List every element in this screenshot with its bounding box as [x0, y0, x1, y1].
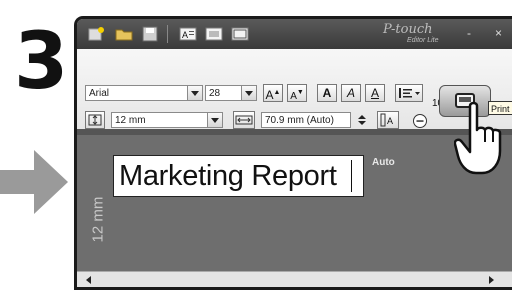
vertical-text-button[interactable]: A: [377, 111, 399, 129]
font-select[interactable]: Arial: [85, 85, 203, 101]
insert-text-icon[interactable]: A: [179, 26, 197, 42]
new-label-icon[interactable]: [87, 26, 105, 42]
label-length-icon: [233, 111, 255, 129]
tape-width-text: 12 mm: [89, 196, 107, 243]
pointing-hand-icon: [454, 101, 502, 175]
label-canvas[interactable]: 12 mm Auto Marketing Report: [77, 129, 512, 271]
font-size-select[interactable]: 28: [205, 85, 257, 101]
chevron-down-icon[interactable]: [241, 86, 256, 100]
text-caret: [351, 160, 352, 192]
auto-length-label: Auto: [372, 157, 395, 168]
app-window: A P-touch Editor Lite - × Arial 28 A▲ A▼…: [74, 16, 512, 290]
tape-width-select[interactable]: 12 mm: [111, 112, 223, 128]
align-left-icon: [399, 88, 420, 98]
label-text-box[interactable]: Marketing Report: [113, 155, 364, 197]
label-length-value: 70.9 mm (Auto): [265, 115, 334, 126]
underline-button[interactable]: A: [365, 84, 385, 102]
tape-width-icon: [85, 111, 105, 129]
tape-width-value: 12 mm: [115, 115, 146, 126]
insert-image-icon[interactable]: [231, 26, 249, 42]
minimize-button[interactable]: -: [467, 26, 471, 40]
toolbar-separator: [167, 25, 168, 43]
bold-button[interactable]: A: [317, 84, 337, 102]
insert-frame-icon[interactable]: [205, 26, 223, 42]
align-button[interactable]: [395, 84, 423, 102]
tape-width-indicator: 12 mm: [89, 189, 109, 249]
close-button[interactable]: ×: [495, 26, 502, 40]
format-toolbar: Arial 28 A▲ A▼ A A A 12 mm 70.9 mm (Auto…: [77, 49, 512, 129]
vertical-text-icon: A: [380, 113, 393, 127]
font-grow-button[interactable]: A▲: [263, 84, 283, 102]
italic-button[interactable]: A: [341, 84, 361, 102]
brand-logo: P-touch: [383, 22, 433, 37]
zoom-out-icon[interactable]: [412, 113, 428, 129]
canvas-top-strip: [77, 129, 512, 135]
save-icon[interactable]: [141, 26, 159, 42]
chevron-down-icon[interactable]: [187, 86, 202, 100]
arrow-right-icon: [0, 150, 68, 214]
font-select-value: Arial: [89, 88, 110, 99]
label-text[interactable]: Marketing Report: [119, 159, 337, 193]
label-length-field[interactable]: 70.9 mm (Auto): [261, 112, 351, 128]
font-size-value: 28: [209, 88, 221, 99]
length-spinner-icon[interactable]: [355, 112, 369, 128]
font-grow-label: A: [265, 88, 274, 102]
font-shrink-button[interactable]: A▼: [287, 84, 307, 102]
chevron-down-icon[interactable]: [207, 113, 222, 127]
title-bar: A P-touch Editor Lite - ×: [77, 19, 512, 49]
open-folder-icon[interactable]: [115, 26, 133, 42]
horizontal-scrollbar[interactable]: [77, 271, 512, 287]
svg-text:A: A: [387, 116, 393, 126]
svg-text:A: A: [182, 30, 188, 40]
font-shrink-label: A: [290, 91, 297, 102]
brand-subtitle: Editor Lite: [407, 37, 439, 44]
step-number: 3: [14, 17, 68, 107]
